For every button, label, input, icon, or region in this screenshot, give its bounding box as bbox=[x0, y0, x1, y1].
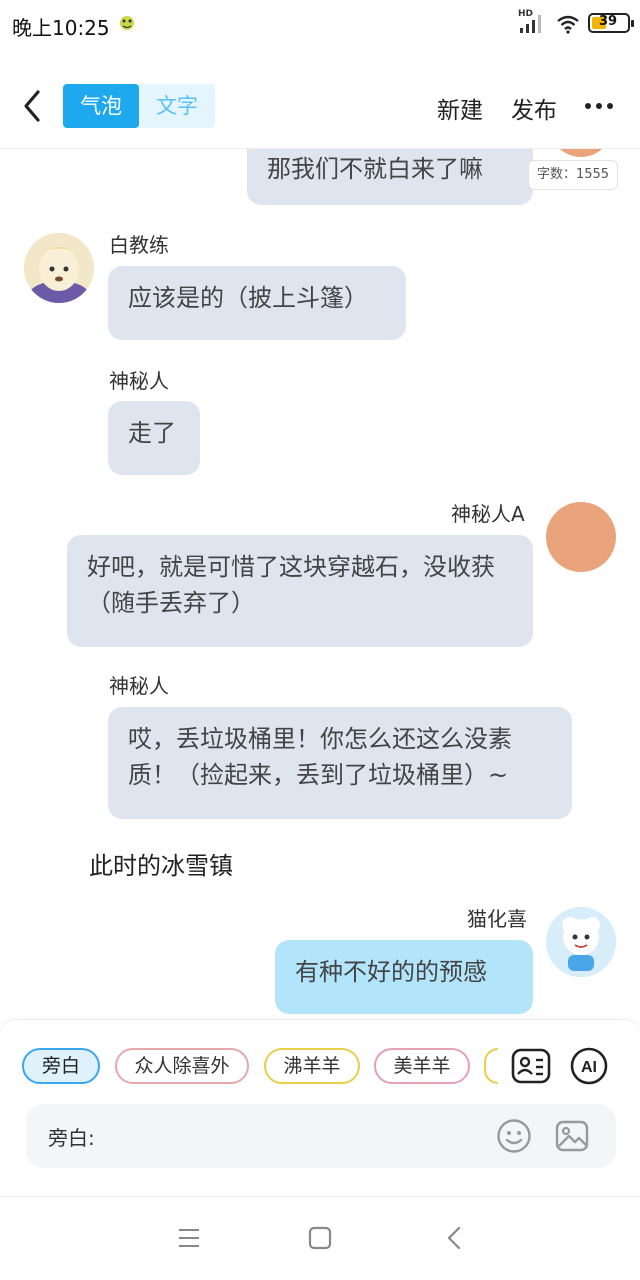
sheep-avatar-icon bbox=[546, 907, 616, 977]
chat-area[interactable]: 那我们不就白来了嘛 字数：1555 白教练 应该是的（披上斗篷） 神秘人 走了 … bbox=[0, 149, 640, 1019]
back-triangle-icon[interactable] bbox=[441, 1225, 467, 1251]
signal-icon bbox=[520, 15, 541, 33]
sender-name: 神秘人 bbox=[109, 369, 169, 393]
chip-label: 旁白 bbox=[41, 1055, 80, 1077]
weather-icon bbox=[120, 16, 134, 30]
narration-text[interactable]: 此时的冰雪镇 bbox=[89, 846, 233, 881]
message-text: 有种不好的的预感 bbox=[295, 958, 487, 986]
character-chip-crowd[interactable]: 众人除喜外 bbox=[115, 1048, 249, 1084]
ai-icon[interactable]: AI bbox=[569, 1046, 609, 1086]
chat-editor-screen: 晚上10:25 HD 39 气泡 文字 新建 发布 那我们不就白来了嘛 字数：1… bbox=[0, 0, 640, 1280]
message-bubble[interactable]: 哎，丢垃圾桶里！你怎么还这么没素质！（捡起来，丢到了垃圾桶里）~ bbox=[108, 707, 572, 819]
emoji-icon[interactable] bbox=[496, 1118, 532, 1154]
message-text: 应该是的（披上斗篷） bbox=[128, 284, 368, 312]
message-text: 走了 bbox=[128, 419, 176, 447]
sender-name: 猫化喜 bbox=[467, 907, 527, 931]
message-text: 哎，丢垃圾桶里！你怎么还这么没素质！（捡起来，丢到了垃圾桶里）~ bbox=[128, 725, 512, 789]
publish-button[interactable]: 发布 bbox=[511, 91, 557, 125]
character-chip-meiyangyang[interactable]: 美羊羊 bbox=[374, 1048, 470, 1084]
compose-panel: 旁白 众人除喜外 沸羊羊 美羊羊 AI 旁白: bbox=[0, 1019, 640, 1195]
chip-label: 众人除喜外 bbox=[134, 1055, 230, 1077]
coach-avatar-icon bbox=[24, 233, 94, 303]
menu-icon[interactable] bbox=[176, 1225, 202, 1251]
image-icon[interactable] bbox=[554, 1118, 590, 1154]
system-nav-bar bbox=[0, 1196, 640, 1280]
message-bubble-self[interactable]: 有种不好的的预感 bbox=[275, 940, 533, 1014]
battery-icon: 39 bbox=[588, 13, 634, 33]
word-count-badge: 字数：1555 bbox=[528, 160, 618, 190]
message-input[interactable]: 旁白: bbox=[26, 1104, 616, 1168]
home-square-icon[interactable] bbox=[307, 1225, 333, 1251]
sender-name: 神秘人A bbox=[451, 502, 525, 526]
top-toolbar: 气泡 文字 新建 发布 bbox=[0, 74, 640, 138]
more-dots-icon[interactable] bbox=[584, 96, 614, 116]
svg-text:AI: AI bbox=[581, 1059, 597, 1076]
avatar[interactable] bbox=[546, 907, 616, 977]
chip-label: 美羊羊 bbox=[393, 1055, 451, 1077]
avatar[interactable] bbox=[546, 502, 616, 572]
tab-bubble[interactable]: 气泡 bbox=[63, 84, 139, 128]
sender-name: 神秘人 bbox=[109, 674, 169, 698]
avatar[interactable] bbox=[24, 233, 94, 303]
input-speaker-label: 旁白: bbox=[48, 1126, 95, 1150]
sender-name: 白教练 bbox=[109, 233, 169, 257]
status-bar: 晚上10:25 HD 39 bbox=[0, 0, 640, 52]
chip-label: 沸羊羊 bbox=[283, 1055, 341, 1077]
status-time: 晚上10:25 bbox=[12, 16, 110, 40]
message-bubble[interactable]: 应该是的（披上斗篷） bbox=[108, 266, 406, 340]
back-chevron-left-icon[interactable] bbox=[18, 86, 50, 126]
battery-level: 39 bbox=[599, 14, 618, 29]
role-card-icon[interactable] bbox=[511, 1046, 551, 1086]
mode-switch: 气泡 文字 bbox=[63, 84, 215, 128]
message-text: 好吧，就是可惜了这块穿越石，没收获（随手丢弃了） bbox=[87, 553, 495, 617]
message-text: 那我们不就白来了嘛 bbox=[267, 155, 483, 183]
message-bubble[interactable]: 那我们不就白来了嘛 bbox=[247, 149, 533, 205]
tab-text[interactable]: 文字 bbox=[139, 84, 215, 128]
wifi-icon bbox=[557, 15, 579, 34]
new-button[interactable]: 新建 bbox=[437, 91, 483, 125]
character-chip-feiyangyang[interactable]: 沸羊羊 bbox=[264, 1048, 360, 1084]
character-chip-partial[interactable] bbox=[484, 1048, 498, 1084]
avatar[interactable] bbox=[548, 149, 614, 157]
character-chip-narrator[interactable]: 旁白 bbox=[22, 1048, 100, 1084]
message-bubble[interactable]: 走了 bbox=[108, 401, 200, 475]
message-bubble[interactable]: 好吧，就是可惜了这块穿越石，没收获（随手丢弃了） bbox=[67, 535, 533, 647]
